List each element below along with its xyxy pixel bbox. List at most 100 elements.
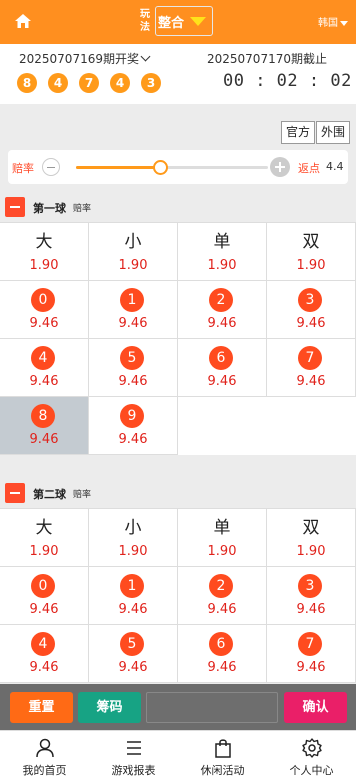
- countdown-timer: 00 : 02 : 02: [223, 71, 352, 91]
- play-mode-select[interactable]: 整合: [155, 6, 213, 36]
- odds-slider[interactable]: [76, 160, 268, 175]
- option-odds: 9.46: [207, 316, 237, 331]
- slider-fill: [76, 166, 161, 169]
- bag-icon: [214, 739, 231, 758]
- option-odds: 9.46: [29, 432, 59, 447]
- option-odds: 9.46: [29, 602, 59, 617]
- empty-cell: [267, 397, 356, 455]
- bet-option[interactable]: 小 1.90: [89, 509, 178, 567]
- bet-option[interactable]: 大 1.90: [0, 223, 89, 281]
- bet-option[interactable]: 8 9.46: [0, 397, 89, 455]
- option-odds: 9.46: [29, 316, 59, 331]
- section-header: 第一球 赔率: [0, 192, 356, 222]
- nav-item-home[interactable]: 我的首页: [0, 731, 89, 781]
- tab-external[interactable]: 外围: [315, 121, 350, 144]
- bet-option[interactable]: 2 9.46: [178, 281, 267, 339]
- option-label: 双: [302, 518, 320, 538]
- bet-option[interactable]: 1 9.46: [89, 567, 178, 625]
- bet-option[interactable]: 7 9.46: [267, 339, 356, 397]
- rebate-value: 4.4: [326, 160, 344, 173]
- nav-item-profile[interactable]: 个人中心: [267, 731, 356, 781]
- top-bar: 玩法 整合 韩国: [0, 0, 356, 44]
- reset-button[interactable]: 重置: [10, 692, 73, 723]
- bet-grid: 大 1.90 小 1.90 单 1.90 双 1.90 0 9.46 1 9.46 2 9.46 3 9.46…: [0, 508, 356, 683]
- bet-action-bar: 重置 筹码 确认: [0, 684, 356, 730]
- number-ball: 8: [31, 404, 55, 428]
- bet-option[interactable]: 双 1.90: [267, 223, 356, 281]
- bet-option[interactable]: 单 1.90: [178, 509, 267, 567]
- tab-official[interactable]: 官方: [280, 121, 315, 144]
- option-odds: 9.46: [118, 374, 148, 389]
- odds-slider-bar: 赔率 返点 4.4: [8, 150, 348, 184]
- option-label: 单: [213, 232, 231, 252]
- bet-option[interactable]: 双 1.90: [267, 509, 356, 567]
- option-odds: 1.90: [29, 544, 59, 559]
- section-title: 第一球: [33, 202, 66, 215]
- gear-icon: [301, 738, 322, 758]
- decrease-odds-button[interactable]: [42, 158, 60, 176]
- number-ball: 9: [120, 404, 144, 428]
- bet-option[interactable]: 单 1.90: [178, 223, 267, 281]
- option-odds: 9.46: [118, 602, 148, 617]
- option-label: 大: [35, 232, 53, 252]
- option-odds: 1.90: [207, 544, 237, 559]
- option-odds: 1.90: [29, 258, 59, 273]
- nav-item-activities[interactable]: 休闲活动: [178, 731, 267, 781]
- bet-option[interactable]: 6 9.46: [178, 339, 267, 397]
- number-ball: 7: [298, 632, 322, 656]
- option-odds: 1.90: [118, 544, 148, 559]
- number-ball: 1: [120, 574, 144, 598]
- chevron-down-icon: [140, 51, 151, 62]
- bet-option[interactable]: 9 9.46: [89, 397, 178, 455]
- bet-option[interactable]: 2 9.46: [178, 567, 267, 625]
- previous-issue[interactable]: 20250707169期开奖: [19, 50, 151, 67]
- bet-option[interactable]: 5 9.46: [89, 625, 178, 683]
- collapse-icon[interactable]: [5, 483, 25, 503]
- user-icon: [35, 738, 54, 758]
- option-odds: 1.90: [296, 544, 326, 559]
- play-mode-value: 整合: [158, 16, 185, 31]
- bet-option[interactable]: 大 1.90: [0, 509, 89, 567]
- section-header: 第二球 赔率: [0, 478, 356, 508]
- option-label: 单: [213, 518, 231, 538]
- number-ball: 5: [120, 346, 144, 370]
- bet-option[interactable]: 3 9.46: [267, 567, 356, 625]
- nav-label: 休闲活动: [200, 764, 245, 777]
- option-label: 双: [302, 232, 320, 252]
- bet-option[interactable]: 小 1.90: [89, 223, 178, 281]
- bet-option[interactable]: 0 9.46: [0, 567, 89, 625]
- bet-option[interactable]: 7 9.46: [267, 625, 356, 683]
- collapse-icon[interactable]: [5, 197, 25, 217]
- bet-option[interactable]: 6 9.46: [178, 625, 267, 683]
- bet-option[interactable]: 3 9.46: [267, 281, 356, 339]
- section-ball-2: 第二球 赔率 大 1.90 小 1.90 单 1.90 双 1.90 0 9.46 1 9.46 2 9.…: [0, 478, 356, 683]
- number-ball: 0: [31, 288, 55, 312]
- bottom-nav: 我的首页 游戏报表 休闲活动 个人中心: [0, 730, 356, 781]
- option-odds: 9.46: [296, 374, 326, 389]
- bet-option[interactable]: 5 9.46: [89, 339, 178, 397]
- option-label: 大: [35, 518, 53, 538]
- odds-label: 赔率: [12, 162, 34, 175]
- bet-option[interactable]: 1 9.46: [89, 281, 178, 339]
- number-ball: 2: [209, 288, 233, 312]
- bet-option[interactable]: 0 9.46: [0, 281, 89, 339]
- section-subtitle: 赔率: [73, 490, 92, 500]
- slider-handle[interactable]: [153, 160, 169, 175]
- number-ball: 2: [209, 574, 233, 598]
- increase-odds-button[interactable]: [270, 157, 290, 177]
- nav-label: 我的首页: [22, 764, 67, 777]
- home-icon[interactable]: [13, 11, 33, 31]
- section-subtitle: 赔率: [73, 204, 92, 214]
- option-label: 小: [124, 518, 142, 538]
- option-odds: 9.46: [118, 316, 148, 331]
- previous-issue-label: 20250707169期开奖: [19, 52, 139, 66]
- bet-amount-input[interactable]: [146, 692, 278, 723]
- play-mode-label: 玩法: [140, 9, 150, 33]
- bet-option[interactable]: 4 9.46: [0, 625, 89, 683]
- nav-item-reports[interactable]: 游戏报表: [89, 731, 178, 781]
- bet-option[interactable]: 4 9.46: [0, 339, 89, 397]
- confirm-button[interactable]: 确认: [284, 692, 347, 723]
- number-ball: 7: [298, 346, 322, 370]
- region-select[interactable]: 韩国: [318, 14, 348, 29]
- chips-button[interactable]: 筹码: [78, 692, 141, 723]
